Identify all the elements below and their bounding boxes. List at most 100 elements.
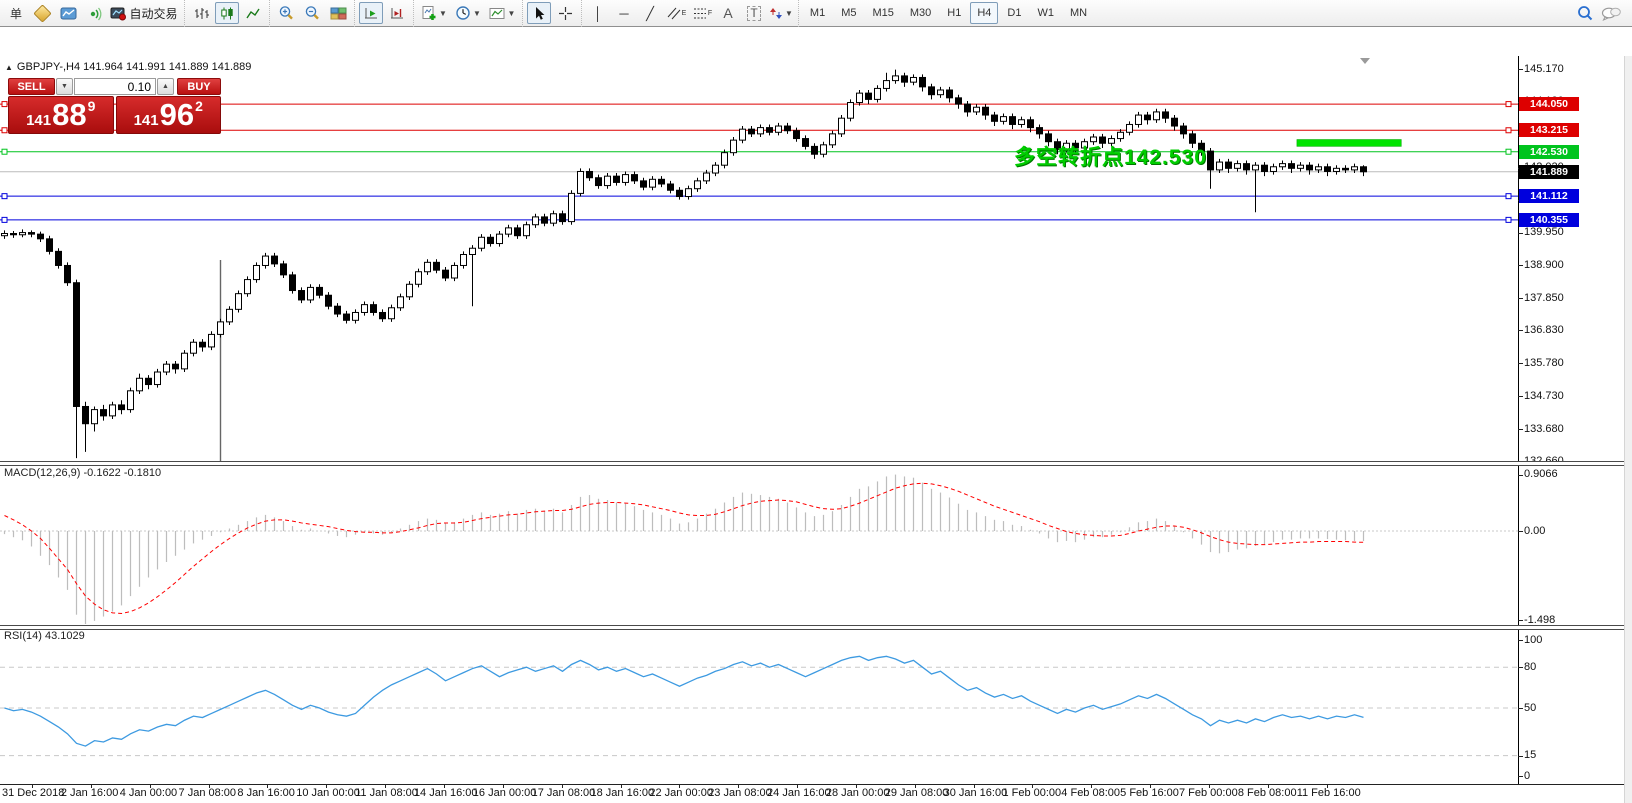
macd-tick-label: 0.9066 [1524, 468, 1558, 480]
timeframe-h4[interactable]: H4 [970, 2, 998, 24]
volume-increase-button[interactable]: ▲ [157, 78, 174, 95]
arrows-tool[interactable]: ▼ [768, 2, 794, 24]
candle-body [1325, 167, 1331, 172]
main-price-chart[interactable] [0, 56, 1518, 463]
timeframe-m15[interactable]: M15 [865, 2, 900, 24]
line-handle[interactable] [1506, 102, 1511, 107]
candle-body [533, 217, 539, 225]
pane-separator[interactable] [0, 625, 1632, 630]
templates-button[interactable]: ▼ [486, 2, 518, 24]
pane-separator[interactable] [0, 461, 1632, 466]
candle-body [542, 217, 548, 223]
line-handle[interactable] [1506, 217, 1511, 222]
signals-button[interactable] [82, 2, 106, 24]
timeframe-m30[interactable]: M30 [903, 2, 938, 24]
volume-decrease-button[interactable]: ▼ [56, 78, 73, 95]
charts-window-button[interactable] [56, 2, 80, 24]
timeframe-m5[interactable]: M5 [834, 2, 863, 24]
axis-tick [1518, 298, 1523, 299]
candle-body [83, 406, 89, 423]
candle-body [353, 312, 359, 320]
candle-body [614, 176, 620, 182]
line-chart-button[interactable] [241, 2, 265, 24]
timeframe-d1[interactable]: D1 [1000, 2, 1028, 24]
trade-panel-row-top: SELL ▼ ▲ BUY [8, 78, 221, 95]
axis-tick [1518, 708, 1523, 709]
line-handle[interactable] [1506, 128, 1511, 133]
volume-input[interactable] [75, 80, 151, 94]
candle-body [56, 251, 62, 265]
candle-body [1253, 165, 1259, 170]
channel-tool[interactable]: E [664, 2, 688, 24]
indicators-button[interactable]: ▼ [418, 2, 450, 24]
candle-body [389, 308, 395, 319]
line-handle[interactable] [2, 128, 7, 133]
timeframe-h1[interactable]: H1 [940, 2, 968, 24]
macd-tick-label: 0.00 [1524, 525, 1545, 537]
search-button[interactable] [1573, 3, 1597, 25]
date-tick [444, 784, 445, 788]
candle-body [911, 77, 917, 82]
cursor-button[interactable] [527, 2, 551, 24]
candle-body [29, 233, 35, 235]
signal-icon [86, 5, 102, 21]
chart-end-marker[interactable] [1360, 58, 1370, 64]
horizontal-line-tool[interactable]: ─ [612, 2, 636, 24]
axis-tick [1518, 363, 1523, 364]
chart-shift-button[interactable] [385, 2, 409, 24]
vertical-line-tool[interactable]: │ [586, 2, 610, 24]
date-label: 4 Jan 00:00 [120, 787, 178, 799]
candle-body [488, 237, 494, 243]
periods-dropdown-arrow[interactable]: ▼ [473, 9, 481, 18]
candle-body [731, 140, 737, 153]
candle-body [1361, 167, 1367, 172]
zoom-out-button[interactable] [300, 2, 324, 24]
symbol-collapse-icon[interactable]: ▲ [5, 63, 13, 72]
date-tick [1032, 784, 1033, 788]
rsi-panel[interactable] [0, 629, 1518, 784]
line-handle[interactable] [2, 149, 7, 154]
indicators-dropdown-arrow[interactable]: ▼ [439, 9, 447, 18]
candle-body [38, 234, 44, 239]
auto-scroll-button[interactable] [359, 2, 383, 24]
trendline-tool[interactable]: ╱ [638, 2, 662, 24]
new-order-icon[interactable] [30, 2, 54, 24]
autotrade-button[interactable]: 自动交易 [108, 2, 180, 24]
templates-dropdown-arrow[interactable]: ▼ [508, 9, 516, 18]
line-handle[interactable] [2, 217, 7, 222]
zoom-in-button[interactable] [274, 2, 298, 24]
toolbar-group-objects: ▼ ▼ ▼ [413, 0, 522, 27]
line-handle[interactable] [2, 194, 7, 199]
candlestick-chart-button[interactable] [215, 2, 239, 24]
line-handle[interactable] [1506, 149, 1511, 154]
axis-tick [1518, 620, 1523, 621]
sell-button[interactable]: SELL [8, 78, 55, 95]
crosshair-button[interactable] [553, 2, 577, 24]
new-order-button[interactable]: 单 [4, 2, 28, 24]
macd-panel[interactable] [0, 465, 1518, 627]
candle-body [785, 126, 791, 131]
timeframe-w1[interactable]: W1 [1030, 2, 1061, 24]
sell-price-button[interactable]: 141 88 9 [8, 96, 114, 134]
toolbar-group-main: 单 自动交易 [0, 0, 184, 27]
candle-body [461, 255, 467, 266]
tile-windows-button[interactable] [326, 2, 350, 24]
text-label-tool[interactable]: T [742, 2, 766, 24]
timeframe-mn[interactable]: MN [1063, 2, 1094, 24]
chat-button[interactable] [1599, 3, 1623, 25]
candle-body [1154, 112, 1160, 120]
candle-body [1262, 165, 1268, 171]
timeframe-m1[interactable]: M1 [803, 2, 832, 24]
candle-body [902, 76, 908, 82]
periods-button[interactable]: ▼ [452, 2, 484, 24]
text-tool[interactable]: A [716, 2, 740, 24]
fibonacci-tool[interactable]: F [690, 2, 714, 24]
buy-price-pip: 2 [195, 91, 203, 121]
arrows-dropdown-arrow[interactable]: ▼ [785, 9, 793, 18]
buy-price-button[interactable]: 141 96 2 [116, 96, 222, 134]
candle-body [965, 104, 971, 112]
bar-chart-button[interactable] [189, 2, 213, 24]
rsi-tick-label: 50 [1524, 702, 1536, 714]
line-handle[interactable] [1506, 194, 1511, 199]
line-handle[interactable] [2, 102, 7, 107]
